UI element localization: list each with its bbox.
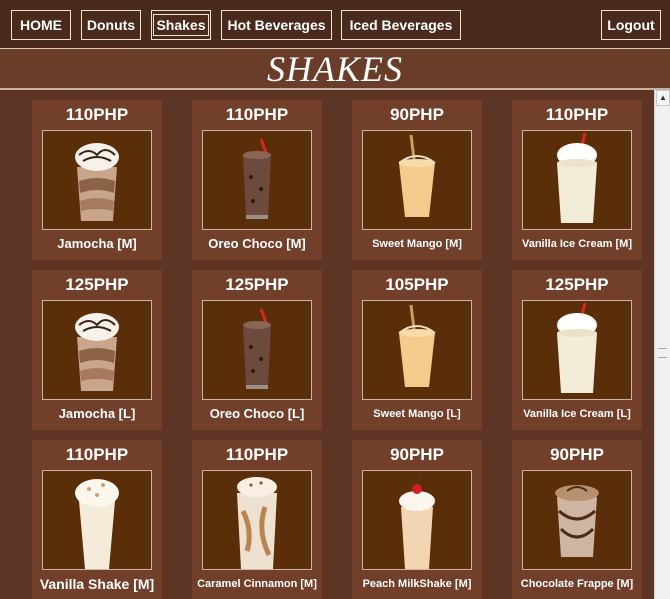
nav-shakes-label: Shakes [153, 14, 209, 36]
product-card[interactable]: 125PHP Vanilla Ice Cream [L] [512, 270, 642, 430]
product-image[interactable] [522, 300, 632, 400]
oreo-choco-shake-icon [243, 308, 271, 389]
product-price: 90PHP [550, 445, 604, 464]
product-name: Sweet Mango [L] [373, 408, 461, 420]
product-grid[interactable]: 110PHP Jamocha [M] 110PHP Oreo Choco [M]… [0, 90, 654, 599]
top-navigation: HOME Donuts Shakes Hot Beverages Iced Be… [0, 0, 670, 48]
product-image[interactable] [202, 300, 312, 400]
product-card[interactable]: 90PHP Chocolate Frappe [M] [512, 440, 642, 599]
chocolate-frappe-icon [555, 485, 599, 557]
product-name: Oreo Choco [L] [209, 406, 305, 421]
product-image[interactable] [42, 470, 152, 570]
product-price: 110PHP [225, 445, 289, 464]
product-price: 110PHP [65, 105, 129, 124]
product-image[interactable] [522, 130, 632, 230]
product-card[interactable]: 110PHP Vanilla Shake [M] [32, 440, 162, 599]
product-image[interactable] [362, 130, 472, 230]
product-image[interactable] [202, 130, 312, 230]
product-price: 110PHP [65, 445, 129, 464]
product-card[interactable]: 110PHP Vanilla Ice Cream [M] [512, 100, 642, 260]
product-card[interactable]: 110PHP Oreo Choco [M] [192, 100, 322, 260]
scroll-up-arrow-icon[interactable]: ▲ [656, 90, 670, 106]
product-name: Vanilla Shake [M] [39, 576, 155, 592]
product-card[interactable]: 125PHP Jamocha [L] [32, 270, 162, 430]
product-image[interactable] [42, 300, 152, 400]
caramel-cinnamon-shake-icon [237, 477, 277, 569]
vertical-scrollbar[interactable]: ▲ [654, 90, 670, 599]
product-card[interactable]: 105PHP Sweet Mango [L] [352, 270, 482, 430]
nav-hot-beverages-button[interactable]: Hot Beverages [221, 10, 332, 40]
nav-iced-beverages-button[interactable]: Iced Beverages [341, 10, 461, 40]
product-card[interactable]: 125PHP Oreo Choco [L] [192, 270, 322, 430]
jamocha-shake-icon [75, 313, 119, 391]
product-name: Vanilla Ice Cream [M] [521, 238, 633, 250]
vanilla-shake-icon [75, 479, 119, 569]
product-name: Jamocha [M] [57, 236, 137, 251]
product-price: 125PHP [545, 275, 609, 294]
product-card[interactable]: 110PHP Caramel Cinnamon [M] [192, 440, 322, 599]
product-price: 105PHP [385, 275, 449, 294]
mango-shake-icon [398, 134, 436, 217]
product-card[interactable]: 110PHP Jamocha [M] [32, 100, 162, 260]
product-price: 125PHP [225, 275, 289, 294]
jamocha-shake-icon [75, 143, 119, 221]
product-name: Vanilla Ice Cream [L] [523, 408, 631, 420]
product-price: 110PHP [545, 105, 609, 124]
nav-donuts-button[interactable]: Donuts [81, 10, 141, 40]
product-name: Oreo Choco [M] [208, 236, 306, 251]
product-card[interactable]: 90PHP Peach MilkShake [M] [352, 440, 482, 599]
product-image[interactable] [42, 130, 152, 230]
product-price: 125PHP [65, 275, 129, 294]
product-name: Jamocha [L] [58, 406, 136, 421]
product-name: Chocolate Frappe [M] [520, 578, 634, 590]
product-price: 90PHP [390, 105, 444, 124]
product-image[interactable] [362, 470, 472, 570]
product-price: 110PHP [225, 105, 289, 124]
product-image[interactable] [362, 300, 472, 400]
vanilla-ice-cream-shake-icon [557, 132, 597, 223]
vanilla-ice-cream-shake-icon [557, 302, 597, 393]
logout-button[interactable]: Logout [601, 10, 661, 40]
scroll-thumb[interactable] [658, 348, 667, 358]
product-name: Sweet Mango [M] [372, 238, 462, 250]
product-image[interactable] [522, 470, 632, 570]
product-name: Peach MilkShake [M] [362, 578, 472, 590]
oreo-choco-shake-icon [243, 138, 271, 219]
product-card[interactable]: 90PHP Sweet Mango [M] [352, 100, 482, 260]
mango-shake-icon [398, 304, 436, 387]
product-image[interactable] [202, 470, 312, 570]
page-title: SHAKES [267, 49, 403, 89]
page-title-bar: SHAKES [0, 48, 670, 90]
product-price: 90PHP [390, 445, 444, 464]
nav-shakes-button[interactable]: Shakes [151, 10, 211, 40]
product-name: Caramel Cinnamon [M] [197, 578, 317, 590]
nav-home-button[interactable]: HOME [11, 10, 71, 40]
peach-milkshake-icon [399, 475, 435, 569]
